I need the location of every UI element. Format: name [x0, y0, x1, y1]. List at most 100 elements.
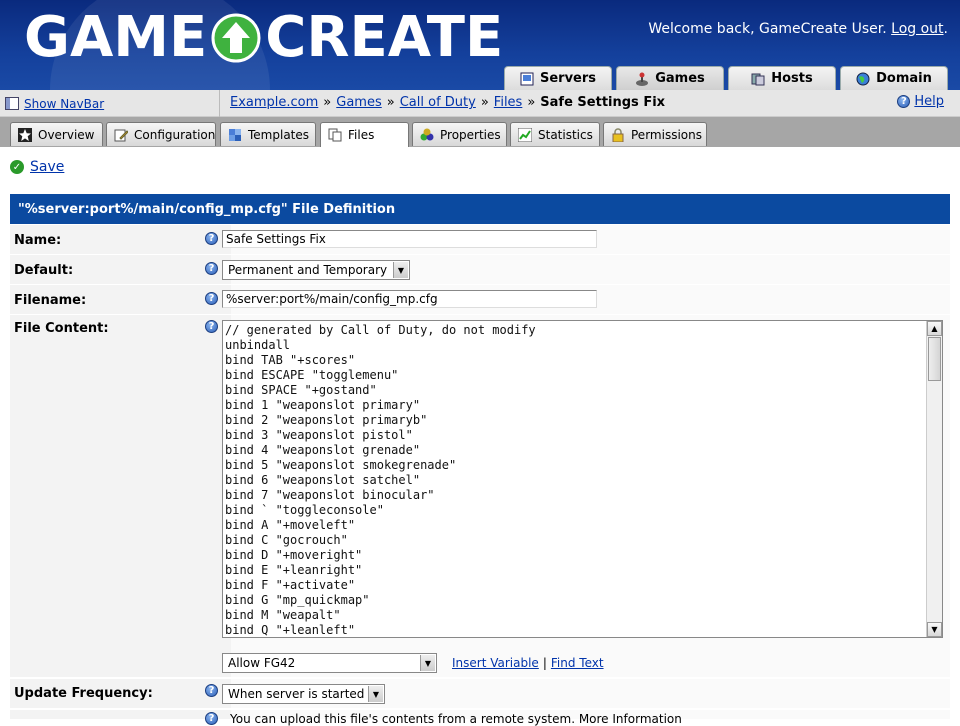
breadcrumb-games[interactable]: Games	[336, 95, 381, 110]
update-frequency-help-icon[interactable]: ?	[205, 684, 218, 697]
tab-templates[interactable]: Templates	[220, 122, 316, 146]
file-content-line: bind 1 "weaponslot primary"	[225, 398, 421, 412]
globe-icon	[856, 72, 870, 86]
file-content-line: bind 2 "weaponslot primaryb"	[225, 413, 428, 427]
file-content-line: bind 5 "weaponslot smokegrenade"	[225, 458, 457, 472]
file-content-label: File Content:	[14, 321, 109, 336]
filename-input[interactable]: %server:port%/main/config_mp.cfg	[222, 290, 597, 308]
file-content-line: bind D "+moveright"	[225, 548, 363, 562]
breadcrumb-bar: Show NavBar Example.com» Games» Call of Du…	[0, 90, 960, 117]
help-link[interactable]: Help	[914, 94, 944, 109]
gamecreate-logo: GAME CREATE	[24, 8, 503, 68]
file-content-line: bind ` "toggleconsole"	[225, 503, 384, 517]
default-row: Default: ?	[10, 255, 950, 285]
find-text-link[interactable]: Find Text	[551, 656, 604, 670]
welcome-message: Welcome back, GameCreate User. Log out.	[648, 21, 948, 37]
help[interactable]: ? Help	[897, 94, 944, 109]
scroll-up-icon[interactable]: ▲	[927, 321, 942, 336]
show-navbar-link[interactable]: Show NavBar	[24, 97, 104, 111]
sub-tabs: Overview Configuration Templates Files P…	[0, 117, 960, 147]
file-content-text: // generated by Call of Duty, do not mod…	[225, 323, 536, 637]
file-content-line: // generated by Call of Duty, do not mod…	[225, 323, 536, 337]
tab-overview[interactable]: Overview	[10, 122, 103, 146]
star-icon	[18, 127, 32, 142]
file-content-line: bind SPACE "+gostand"	[225, 383, 377, 397]
navbar-icon	[5, 97, 19, 110]
header: GAME CREATE Welcome back, GameCreate Use…	[0, 0, 960, 90]
tab-domain[interactable]: Domain	[840, 66, 948, 90]
files-icon	[328, 128, 342, 142]
tab-games[interactable]: Games	[616, 66, 724, 90]
edit-icon	[114, 128, 129, 142]
check-icon: ✓	[10, 160, 24, 174]
file-content-line: unbindall	[225, 338, 291, 352]
logo-text-game: GAME	[24, 5, 208, 70]
up-arrow-logo-icon	[211, 13, 261, 63]
lock-icon	[611, 127, 625, 142]
file-content-line: bind TAB "+scores"	[225, 353, 356, 367]
default-select[interactable]: Permanent and Temporary ▼	[222, 260, 410, 280]
server-icon	[520, 72, 534, 86]
breadcrumb-files[interactable]: Files	[494, 95, 523, 110]
file-content-line: bind F "+activate"	[225, 578, 356, 592]
tab-files[interactable]: Files	[320, 122, 409, 147]
breadcrumb: Example.com» Games» Call of Duty» Files» Saf…	[230, 95, 666, 110]
file-content-line: bind A "+moveleft"	[225, 518, 356, 532]
save-action[interactable]: ✓ Save	[10, 159, 64, 175]
hosts-icon	[751, 72, 765, 86]
file-content-line: bind C "gocrouch"	[225, 533, 348, 547]
chevron-down-icon: ▼	[368, 686, 383, 702]
tab-statistics[interactable]: Statistics	[510, 122, 600, 146]
name-help-icon[interactable]: ?	[205, 232, 218, 245]
variable-select[interactable]: Allow FG42 ▼	[222, 653, 437, 673]
filename-help-icon[interactable]: ?	[205, 292, 218, 305]
file-content-textarea[interactable]: // generated by Call of Duty, do not mod…	[222, 320, 943, 638]
upload-help-icon[interactable]: ?	[205, 712, 218, 725]
puzzle-icon	[228, 128, 242, 142]
chevron-down-icon: ▼	[420, 655, 435, 671]
file-content-line: bind Q "+leanleft"	[225, 623, 356, 637]
properties-icon	[420, 128, 434, 142]
welcome-text: Welcome back, GameCreate User.	[648, 21, 887, 37]
vertical-scrollbar[interactable]: ▲ ▼	[926, 321, 942, 637]
scroll-down-icon[interactable]: ▼	[927, 622, 942, 637]
file-content-line: bind E "+leanright"	[225, 563, 363, 577]
update-frequency-select[interactable]: When server is started ▼	[222, 684, 385, 704]
default-help-icon[interactable]: ?	[205, 262, 218, 275]
update-frequency-row: Update Frequency: ?	[10, 679, 950, 709]
name-input[interactable]: Safe Settings Fix	[222, 230, 597, 248]
breadcrumb-call-of-duty[interactable]: Call of Duty	[400, 95, 476, 110]
file-content-line: bind G "mp_quickmap"	[225, 593, 370, 607]
file-content-line: bind M "weapalt"	[225, 608, 341, 622]
form-title: "%server:port%/main/config_mp.cfg" File …	[10, 194, 950, 224]
insert-variable-link[interactable]: Insert Variable	[452, 656, 539, 670]
file-content-line: bind 4 "weaponslot grenade"	[225, 443, 421, 457]
breadcrumb-current: Safe Settings Fix	[540, 95, 666, 110]
joystick-icon	[635, 72, 649, 86]
main-tabs: Servers Games Hosts Domain	[504, 66, 960, 90]
file-content-line: bind ESCAPE "togglemenu"	[225, 368, 399, 382]
name-label: Name:	[14, 233, 62, 248]
logo-text-create: CREATE	[265, 5, 504, 70]
tab-configuration[interactable]: Configuration	[106, 122, 216, 146]
logout-link[interactable]: Log out	[891, 21, 943, 37]
breadcrumb-example-com[interactable]: Example.com	[230, 95, 318, 110]
tab-properties[interactable]: Properties	[412, 122, 507, 146]
file-content-line: bind 7 "weaponslot binocular"	[225, 488, 435, 502]
filename-label: Filename:	[14, 293, 87, 308]
show-navbar-toggle[interactable]: Show NavBar	[0, 90, 220, 117]
tab-hosts[interactable]: Hosts	[728, 66, 836, 90]
file-content-line: bind 6 "weaponslot satchel"	[225, 473, 421, 487]
help-question-icon: ?	[897, 95, 911, 108]
update-frequency-label: Update Frequency:	[14, 686, 153, 701]
chart-icon	[517, 127, 533, 142]
tab-permissions[interactable]: Permissions	[603, 122, 707, 146]
tab-servers[interactable]: Servers	[504, 66, 612, 90]
content-tools: Insert Variable | Find Text	[452, 656, 604, 670]
default-label: Default:	[14, 263, 74, 278]
file-content-help-icon[interactable]: ?	[205, 320, 218, 333]
save-link[interactable]: Save	[30, 159, 64, 175]
upload-note: You can upload this file's contents from…	[230, 712, 682, 726]
scroll-thumb[interactable]	[928, 337, 941, 381]
chevron-down-icon: ▼	[393, 262, 408, 278]
